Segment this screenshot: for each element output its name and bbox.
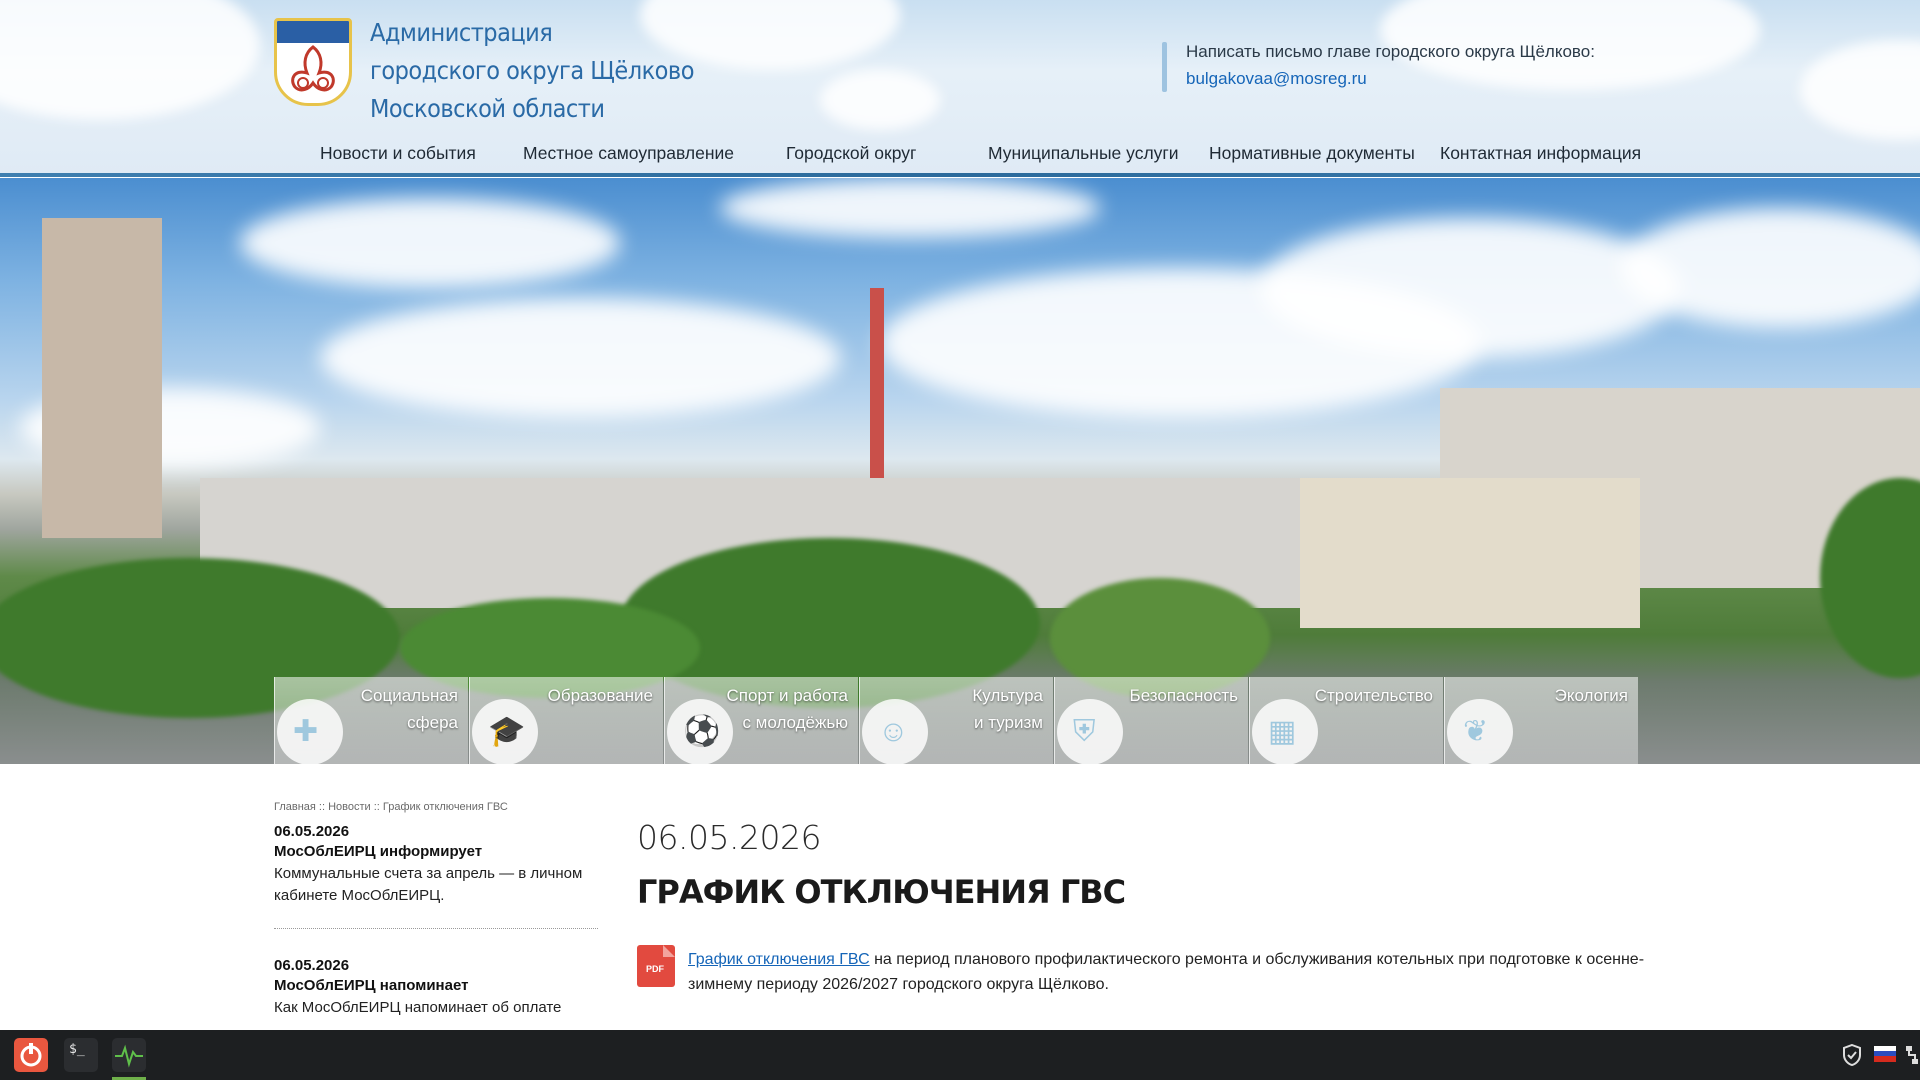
nav-item-contacts[interactable]: Контактная информация <box>1440 143 1641 164</box>
russian-flag-icon[interactable] <box>1874 1046 1896 1062</box>
power-icon <box>20 1043 42 1067</box>
news-divider <box>274 928 598 929</box>
category-label-line: с молодёжью <box>742 713 848 732</box>
category-label: Спорт и работа с молодёжью <box>726 682 848 736</box>
leaf-hand-icon: ❦ <box>1447 699 1513 764</box>
terminal-icon[interactable]: $_ <box>64 1038 98 1072</box>
news-title[interactable]: МосОблЕИРЦ напоминает <box>274 977 596 994</box>
building-icon: ▦ <box>1252 699 1318 764</box>
header-divider <box>0 173 1920 177</box>
category-label: Социальная сфера <box>361 682 458 736</box>
contact-accent-bar <box>1162 42 1167 92</box>
category-label: Культура и туризм <box>972 682 1043 736</box>
shield-tray-glyph <box>1843 1043 1861 1067</box>
category-sport-youth[interactable]: Спорт и работа с молодёжью ⚽ <box>664 677 858 764</box>
nav-item-city-district[interactable]: Городской округ <box>786 143 916 164</box>
pdf-file-icon[interactable]: PDF <box>637 945 675 987</box>
banner-cloud <box>1260 218 1680 358</box>
pdf-label: PDF <box>646 964 664 974</box>
news-text: Как МосОблЕИРЦ напоминает об оплате <box>274 999 562 1016</box>
category-strip: Социальная сфера ✚ Образование 🎓 Спорт и … <box>274 677 1644 764</box>
contact-label: Написать письмо главе городского округа … <box>1186 42 1595 61</box>
main-nav: Новости и события Местное самоуправление… <box>0 143 1920 169</box>
category-label-line: Образование <box>547 686 653 705</box>
header-cloud <box>0 0 260 120</box>
news-date: 06.05.2026 <box>274 957 350 974</box>
category-label: Строительство <box>1315 682 1433 709</box>
category-label-line: Безопасность <box>1129 686 1238 705</box>
category-label-line: Культура <box>972 686 1043 705</box>
category-label-line: сфера <box>407 713 458 732</box>
category-label: Безопасность <box>1130 682 1238 709</box>
sidebar-news-item[interactable]: 06.05.2026 МосОблЕИРЦ информирует Коммун… <box>274 823 596 907</box>
os-taskbar: $_ <box>0 1030 1920 1080</box>
banner-cloud <box>320 298 840 418</box>
shield-tray-icon[interactable] <box>1842 1043 1862 1071</box>
activity-graph-icon <box>115 1044 143 1068</box>
category-ecology[interactable]: Экология ❦ <box>1444 677 1638 764</box>
category-education[interactable]: Образование 🎓 <box>469 677 663 764</box>
medkit-icon: ✚ <box>277 699 343 764</box>
nav-item-self-government[interactable]: Местное самоуправление <box>523 143 734 164</box>
nav-item-municipal-services[interactable]: Муниципальные услуги <box>988 143 1179 164</box>
article-body: График отключения ГВС на период плановог… <box>688 947 1648 997</box>
network-icon[interactable] <box>1904 1044 1920 1071</box>
category-culture-tourism[interactable]: Культура и туризм ☺ <box>859 677 1053 764</box>
article-date: 06.05.2026 <box>637 818 821 857</box>
sidebar-news-item[interactable]: 06.05.2026 МосОблЕИРЦ напоминает Как Мос… <box>274 957 596 1019</box>
category-label: Экология <box>1555 682 1628 709</box>
nav-item-news[interactable]: Новости и события <box>320 143 476 164</box>
category-label-line: Социальная <box>360 686 458 705</box>
org-title-line: городского округа Щёлково <box>370 56 694 85</box>
breadcrumb[interactable]: Главная :: Новости :: График отключения … <box>274 801 508 813</box>
banner-cloud <box>720 178 1100 238</box>
soccer-ball-icon: ⚽ <box>667 699 733 764</box>
category-label-line: Строительство <box>1314 686 1433 705</box>
shield-icon: ⛨ <box>1057 699 1123 764</box>
shopping-center <box>1300 478 1640 628</box>
contact-email-link[interactable]: bulgakovaa@mosreg.ru <box>1186 69 1367 89</box>
header-cloud <box>820 70 940 130</box>
category-social[interactable]: Социальная сфера ✚ <box>274 677 468 764</box>
banner-cloud <box>240 198 620 288</box>
header-cloud <box>1800 40 1920 140</box>
news-date: 06.05.2026 <box>274 823 350 840</box>
theater-masks-icon: ☺ <box>862 699 928 764</box>
nav-item-regulatory-documents[interactable]: Нормативные документы <box>1209 143 1415 164</box>
category-label-line: и туризм <box>974 713 1043 732</box>
terminal-prompt: $_ <box>69 1042 85 1057</box>
organization-title[interactable]: Администрация городского округа Щёлково … <box>370 14 694 128</box>
coat-of-arms-logo[interactable] <box>274 18 352 106</box>
site-header: Администрация городского округа Щёлково … <box>0 0 1920 177</box>
coat-of-arms-icon <box>291 45 335 92</box>
category-label: Образование <box>548 682 653 709</box>
pdf-document-link[interactable]: График отключения ГВС <box>688 951 870 968</box>
banner-cloud <box>1620 208 1920 328</box>
pdf-fold <box>663 945 675 957</box>
flag-stripe <box>1874 1056 1896 1062</box>
article-title: ГРАФИК ОТКЛЮЧЕНИЯ ГВС <box>637 873 1126 911</box>
power-app-icon[interactable] <box>14 1038 48 1072</box>
graduation-cap-icon: 🎓 <box>472 699 538 764</box>
org-title-line: Московской области <box>370 94 605 123</box>
org-title-line: Администрация <box>370 18 553 47</box>
network-glyph <box>1906 1046 1918 1064</box>
tower-building <box>42 218 162 538</box>
news-text: Коммунальные счета за апрель — в личном … <box>274 865 583 904</box>
category-label-line: Спорт и работа <box>726 686 848 705</box>
news-title[interactable]: МосОблЕИРЦ информирует <box>274 843 596 860</box>
category-construction[interactable]: Строительство ▦ <box>1249 677 1443 764</box>
category-security[interactable]: Безопасность ⛨ <box>1054 677 1248 764</box>
category-label-line: Экология <box>1554 686 1628 705</box>
system-monitor-icon[interactable] <box>112 1038 146 1072</box>
